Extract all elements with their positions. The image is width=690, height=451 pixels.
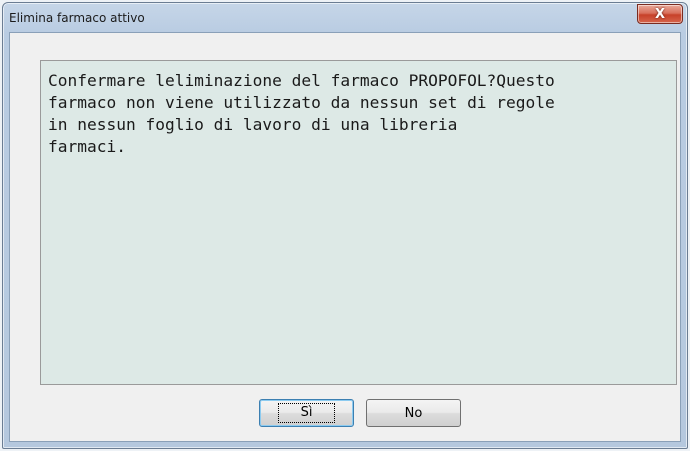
close-button[interactable]: X — [637, 4, 683, 24]
confirmation-message: Confermare leliminazione del farmaco PRO… — [48, 71, 555, 156]
title-bar[interactable]: Elimina farmaco attivo X — [3, 3, 687, 33]
dialog-title: Elimina farmaco attivo — [9, 11, 145, 25]
dialog-window: Elimina farmaco attivo X Confermare leli… — [2, 2, 688, 449]
dialog-body: Confermare leliminazione del farmaco PRO… — [9, 32, 681, 442]
yes-button-label: Sì — [277, 403, 336, 423]
button-bar: Sì No — [10, 399, 682, 431]
close-icon: X — [654, 6, 666, 22]
no-button[interactable]: No — [366, 399, 461, 427]
message-box: Confermare leliminazione del farmaco PRO… — [40, 60, 677, 385]
yes-button[interactable]: Sì — [259, 399, 354, 427]
no-button-label: No — [404, 405, 423, 421]
